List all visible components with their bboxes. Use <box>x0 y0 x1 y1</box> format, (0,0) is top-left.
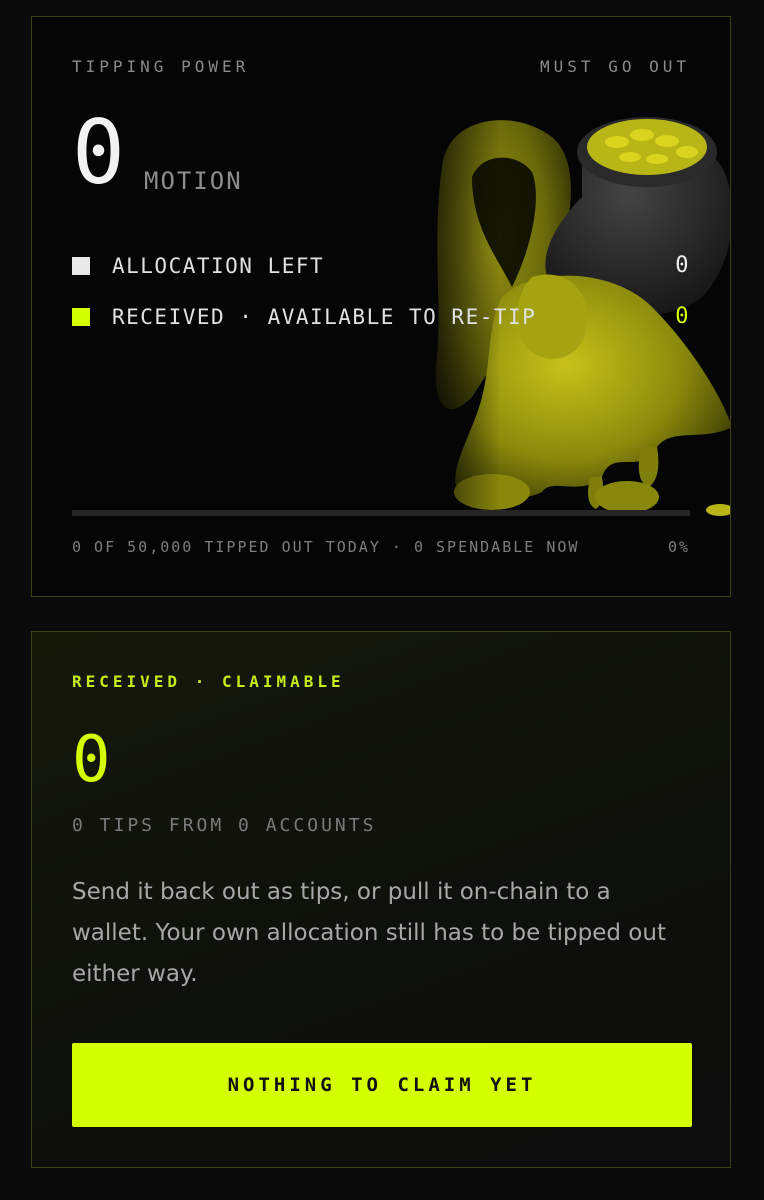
allocation-left-value: 0 <box>675 253 690 278</box>
tipping-power-card: TIPPING POWER MUST GO OUT 0 MOTION ALLOC… <box>31 16 731 597</box>
allocation-left-label: ALLOCATION LEFT <box>112 253 325 278</box>
received-swatch <box>72 307 90 326</box>
received-label: RECEIVED · AVAILABLE TO RE-TIP <box>112 304 537 329</box>
must-go-out-label: MUST GO OUT <box>540 57 690 76</box>
tips-from-accounts: 0 TIPS FROM 0 ACCOUNTS <box>72 815 377 836</box>
received-value: 0 <box>675 304 690 329</box>
tipped-out-summary: 0 OF 50,000 TIPPED OUT TODAY · 0 SPENDAB… <box>72 538 580 556</box>
tipping-power-amount: 0 <box>72 101 125 204</box>
legend-allocation-left: ALLOCATION LEFT 0 <box>72 253 690 278</box>
claimable-label: RECEIVED · CLAIMABLE <box>72 672 345 691</box>
tipped-out-footer: 0 OF 50,000 TIPPED OUT TODAY · 0 SPENDAB… <box>72 538 690 556</box>
claimable-card: RECEIVED · CLAIMABLE 0 0 TIPS FROM 0 ACC… <box>31 631 731 1168</box>
tipping-power-unit: MOTION <box>144 167 243 195</box>
claimable-amount: 0 <box>72 723 111 797</box>
claimable-description: Send it back out as tips, or pull it on-… <box>72 879 666 987</box>
tipped-out-progress-bar <box>72 510 690 516</box>
tipping-power-label: TIPPING POWER <box>72 57 250 76</box>
tipping-power-header: TIPPING POWER MUST GO OUT <box>72 57 690 76</box>
claim-button[interactable]: NOTHING TO CLAIM YET <box>72 1043 692 1127</box>
allocation-swatch <box>72 256 90 275</box>
tipped-out-percent: 0% <box>667 538 690 556</box>
legend-received: RECEIVED · AVAILABLE TO RE-TIP 0 <box>72 304 690 329</box>
